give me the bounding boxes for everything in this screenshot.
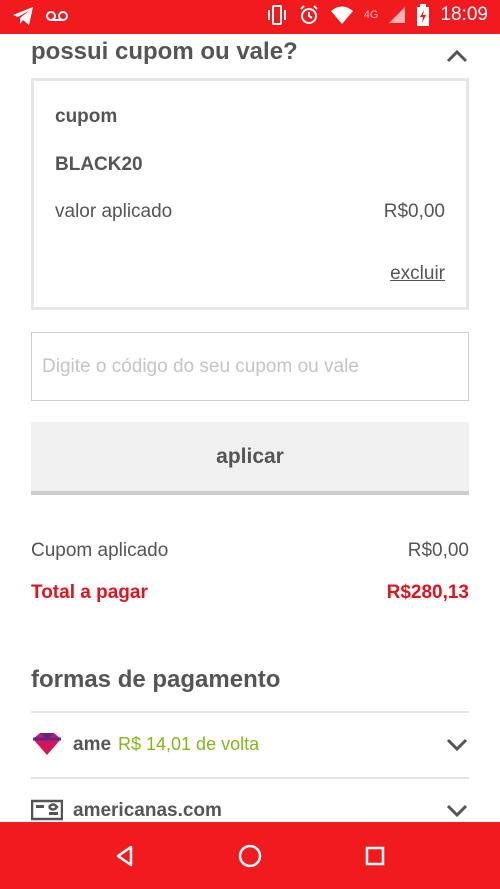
coupon-applied-row: Cupom aplicado R$0,00 xyxy=(31,540,469,568)
coupon-applied-value: R$0,00 xyxy=(407,540,469,561)
cashback-text: R$ 14,01 de volta xyxy=(118,734,260,754)
gift-card-icon xyxy=(31,797,63,822)
checkout-content: possui cupom ou vale? cupom BLACK20 valo… xyxy=(0,34,500,822)
total-row: Total a pagar R$280,13 xyxy=(31,582,469,610)
total-label: Total a pagar xyxy=(31,582,148,603)
home-icon[interactable] xyxy=(234,840,266,872)
apply-coupon-button[interactable]: aplicar xyxy=(31,422,469,495)
payment-methods-title: formas de pagamento xyxy=(31,666,281,693)
status-bar: 4G 18:09 xyxy=(0,0,500,34)
network-type: 4G xyxy=(363,9,379,21)
wifi-icon xyxy=(330,5,354,25)
ame-heart-icon xyxy=(31,731,63,757)
android-nav-bar xyxy=(0,822,500,889)
chevron-down-icon[interactable] xyxy=(445,733,469,757)
payment-option-americanas[interactable]: americanas.com xyxy=(31,777,469,822)
battery-charging-icon xyxy=(416,4,430,26)
voicemail-icon xyxy=(46,9,68,23)
coupon-section-header[interactable]: possui cupom ou vale? xyxy=(31,36,471,72)
vibrate-icon xyxy=(266,4,288,26)
coupon-label: cupom xyxy=(55,106,118,127)
back-icon[interactable] xyxy=(109,840,141,872)
remove-coupon-link[interactable]: excluir xyxy=(390,263,445,285)
telegram-icon xyxy=(12,6,34,26)
payment-option-name: americanas.com xyxy=(73,800,222,821)
coupon-code: BLACK20 xyxy=(55,154,143,175)
recent-apps-icon[interactable] xyxy=(359,840,391,872)
applied-value-label: valor aplicado xyxy=(55,201,173,222)
chevron-up-icon[interactable] xyxy=(443,42,471,70)
coupon-code-input[interactable] xyxy=(31,332,469,401)
total-value: R$280,13 xyxy=(386,582,469,603)
chevron-down-icon[interactable] xyxy=(445,799,469,822)
payment-option-name: ame xyxy=(73,734,112,755)
clock: 18:09 xyxy=(440,4,488,25)
coupon-applied-label: Cupom aplicado xyxy=(31,540,169,561)
coupon-section-title: possui cupom ou vale? xyxy=(31,38,298,65)
alarm-icon xyxy=(298,4,320,26)
applied-coupon-card: cupom BLACK20 valor aplicado R$0,00 excl… xyxy=(31,78,469,310)
applied-value: R$0,00 xyxy=(383,201,445,222)
payment-option-ame[interactable]: ame R$ 14,01 de volta xyxy=(31,711,469,775)
signal-icon xyxy=(388,6,406,24)
